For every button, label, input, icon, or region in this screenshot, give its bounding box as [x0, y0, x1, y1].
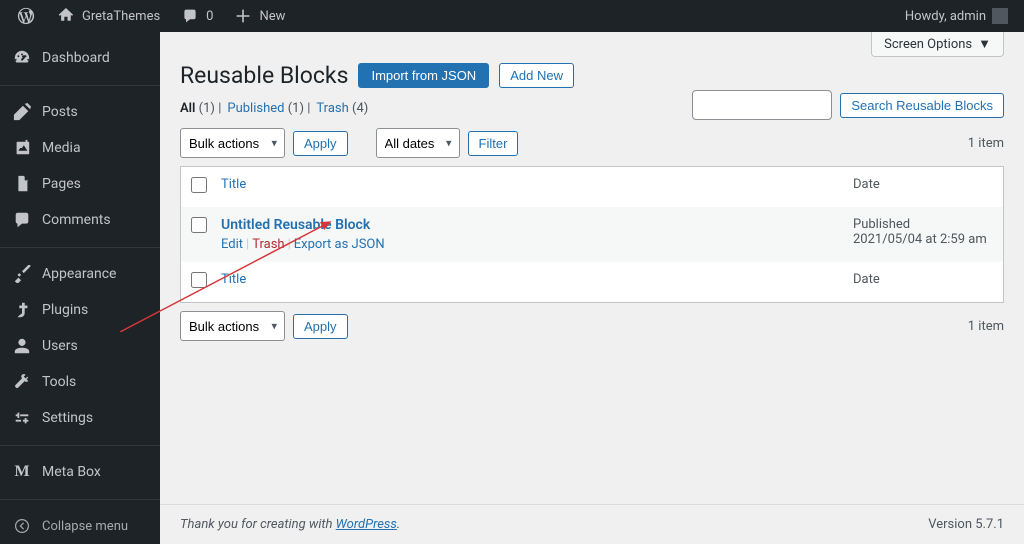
footer-thanks: Thank you for creating with WordPress. — [180, 517, 400, 532]
item-count: 1 item — [968, 136, 1004, 151]
blocks-table: Title Date Untitled Reusable Block Edit|… — [180, 166, 1004, 303]
users-icon — [12, 336, 32, 356]
wordpress-link[interactable]: WordPress — [336, 517, 397, 532]
sidebar-item-label: Tools — [42, 374, 76, 390]
admin-menu: Dashboard Posts Media Pages Comments App… — [0, 32, 160, 544]
row-action-trash[interactable]: Trash — [252, 237, 284, 252]
new-label: New — [259, 9, 285, 24]
select-all-checkbox-foot[interactable] — [191, 272, 207, 288]
sidebar-item-dashboard[interactable]: Dashboard — [0, 40, 160, 76]
table-row: Untitled Reusable Block Edit|Trash|Expor… — [181, 207, 1003, 262]
row-action-export[interactable]: Export as JSON — [294, 237, 385, 252]
bulk-apply-button[interactable]: Apply — [293, 131, 348, 156]
date-filter-select[interactable]: All dates — [376, 128, 460, 158]
comments-icon — [12, 210, 32, 230]
tools-icon — [12, 372, 32, 392]
sidebar-item-pages[interactable]: Pages — [0, 166, 160, 202]
search-button[interactable]: Search Reusable Blocks — [840, 93, 1004, 118]
sidebar-item-label: Appearance — [42, 266, 116, 282]
collapse-menu[interactable]: Collapse menu — [0, 508, 160, 544]
col-footer-title[interactable]: Title — [211, 262, 843, 302]
import-json-button[interactable]: Import from JSON — [358, 63, 489, 88]
wp-logo[interactable] — [8, 0, 44, 32]
media-icon — [12, 138, 32, 158]
site-name-label: GretaThemes — [82, 9, 160, 24]
collapse-label: Collapse menu — [42, 519, 128, 534]
row-title-link[interactable]: Untitled Reusable Block — [221, 217, 370, 233]
settings-icon — [12, 408, 32, 428]
pages-icon — [12, 174, 32, 194]
add-new-button[interactable]: Add New — [499, 63, 574, 88]
screen-options-label: Screen Options — [884, 37, 972, 52]
footer-version: Version 5.7.1 — [928, 517, 1004, 532]
metabox-icon: M — [12, 462, 32, 482]
home-icon — [56, 6, 76, 26]
plugins-icon — [12, 300, 32, 320]
screen-options-tab[interactable]: Screen Options ▼ — [871, 32, 1004, 57]
sidebar-item-appearance[interactable]: Appearance — [0, 256, 160, 292]
row-status: Published — [853, 217, 910, 232]
view-all[interactable]: All — [180, 101, 195, 116]
comments-count: 0 — [206, 9, 213, 24]
search-input[interactable] — [692, 90, 832, 120]
sidebar-item-label: Pages — [42, 176, 81, 192]
caret-down-icon: ▼ — [978, 36, 991, 52]
sidebar-item-tools[interactable]: Tools — [0, 364, 160, 400]
my-account[interactable]: Howdy, admin — [897, 0, 1016, 32]
main-content: Screen Options ▼ Reusable Blocks Import … — [160, 32, 1024, 544]
comment-icon — [180, 6, 200, 26]
sidebar-item-settings[interactable]: Settings — [0, 400, 160, 436]
row-checkbox[interactable] — [191, 217, 207, 233]
bulk-apply-button-bottom[interactable]: Apply — [293, 314, 348, 339]
sidebar-item-posts[interactable]: Posts — [0, 94, 160, 130]
sidebar-item-plugins[interactable]: Plugins — [0, 292, 160, 328]
col-header-date[interactable]: Date — [843, 167, 1003, 207]
col-header-title[interactable]: Title — [211, 167, 843, 207]
appearance-icon — [12, 264, 32, 284]
sidebar-item-label: Posts — [42, 104, 78, 120]
row-action-edit[interactable]: Edit — [221, 237, 243, 252]
howdy-label: Howdy, admin — [905, 9, 986, 24]
sidebar-item-label: Settings — [42, 410, 93, 426]
view-trash[interactable]: Trash — [316, 101, 348, 116]
sidebar-item-media[interactable]: Media — [0, 130, 160, 166]
sidebar-item-comments[interactable]: Comments — [0, 202, 160, 238]
wordpress-icon — [16, 6, 36, 26]
item-count-bottom: 1 item — [968, 319, 1004, 334]
sidebar-item-label: Comments — [42, 212, 111, 228]
sidebar-item-label: Meta Box — [42, 464, 101, 480]
select-all-checkbox[interactable] — [191, 177, 207, 193]
sidebar-item-label: Users — [42, 338, 78, 354]
dashboard-icon — [12, 48, 32, 68]
bulk-actions-select-bottom[interactable]: Bulk actions — [180, 311, 285, 341]
sidebar-item-metabox[interactable]: M Meta Box — [0, 454, 160, 490]
sidebar-item-label: Media — [42, 140, 81, 156]
site-name[interactable]: GretaThemes — [48, 0, 168, 32]
admin-footer: Thank you for creating with WordPress. V… — [160, 504, 1024, 544]
view-published[interactable]: Published — [227, 101, 284, 116]
col-footer-date[interactable]: Date — [843, 262, 1003, 302]
sidebar-item-label: Plugins — [42, 302, 88, 318]
comments-bubble[interactable]: 0 — [172, 0, 221, 32]
bulk-actions-select[interactable]: Bulk actions — [180, 128, 285, 158]
posts-icon — [12, 102, 32, 122]
new-content[interactable]: New — [225, 0, 293, 32]
collapse-icon — [12, 516, 32, 536]
avatar-icon — [992, 8, 1008, 24]
sidebar-item-label: Dashboard — [42, 50, 110, 66]
page-title: Reusable Blocks — [180, 62, 348, 89]
row-date: 2021/05/04 at 2:59 am — [853, 232, 987, 247]
admin-toolbar: GretaThemes 0 New Howdy, admin — [0, 0, 1024, 32]
plus-icon — [233, 6, 253, 26]
sidebar-item-users[interactable]: Users — [0, 328, 160, 364]
filter-button[interactable]: Filter — [468, 131, 519, 156]
